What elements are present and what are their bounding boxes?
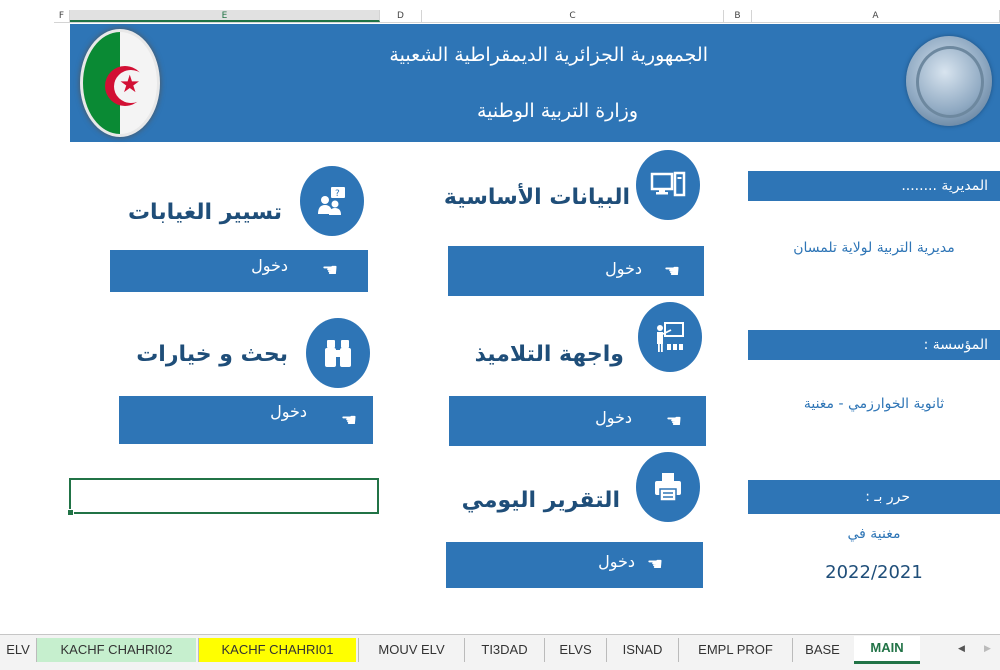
column-header-bar: F E D C B A [0, 0, 1000, 23]
sheet-tab-isnad[interactable]: ISNAD [606, 638, 678, 662]
institution-value: ثانوية الخوارزمي - مغنية [803, 396, 945, 412]
sheet-tab-elvs[interactable]: ELVS [544, 638, 606, 662]
pointing-hand-icon: ☚ [663, 261, 680, 282]
pointing-hand-icon: ☚ [340, 410, 357, 431]
ministry-title: وزارة التربية الوطنية [477, 100, 638, 122]
printer-icon[interactable] [636, 452, 700, 522]
tile-title-daily-report: التقرير اليومي [461, 488, 620, 513]
sheet-tab-ti3dad[interactable]: TI3DAD [464, 638, 544, 662]
sheet-tab-main[interactable]: MAIN [854, 636, 920, 664]
enter-label: دخول [270, 402, 307, 421]
scroll-right-icon[interactable]: ▶ [984, 644, 991, 654]
help-users-icon[interactable]: ? [300, 166, 364, 236]
selected-cell[interactable] [67, 478, 379, 516]
directorate-label: المديرية ........ [748, 171, 1000, 201]
column-header-b[interactable]: B [724, 10, 752, 22]
students-enter-button[interactable]: دخول ☚ [449, 396, 706, 446]
algeria-flag-icon: ★ [80, 29, 160, 137]
sheet-tab-kachf-chahri02[interactable]: KACHF CHAHRI02 [36, 638, 196, 662]
search-enter-button[interactable]: دخول ☚ [119, 396, 373, 444]
sheet-tab-mouv-elv[interactable]: MOUV ELV [358, 638, 464, 662]
pointing-hand-icon: ☚ [321, 260, 338, 281]
teacher-board-icon[interactable] [638, 302, 702, 372]
column-header-e[interactable]: E [70, 10, 380, 22]
pointing-hand-icon: ☚ [646, 554, 663, 575]
binoculars-icon[interactable] [306, 318, 370, 388]
pointing-hand-icon: ☚ [665, 411, 682, 432]
sheet-corner[interactable] [0, 10, 54, 22]
sheet-tab-elv[interactable]: ELV [0, 638, 36, 662]
basic-data-enter-button[interactable]: دخول ☚ [448, 246, 704, 296]
republic-title: الجمهورية الجزائرية الديمقراطية الشعبية [389, 44, 708, 66]
school-year: 2022/2021 [825, 562, 923, 583]
tile-title-basic-data: البيانات الأساسية [443, 185, 630, 210]
column-header-a[interactable]: A [752, 10, 1000, 22]
row-gutter [0, 23, 54, 633]
header-banner: ★ الجمهورية الجزائرية الديمقراطية الشعبي… [70, 24, 1000, 142]
sheet-tab-bar: ELV KACHF CHAHRI02 KACHF CHAHRI01 MOUV E… [0, 634, 1000, 670]
national-seal-icon [906, 36, 992, 126]
daily-report-enter-button[interactable]: دخول ☚ [446, 542, 703, 588]
column-header-f[interactable]: F [54, 10, 70, 22]
tile-title-search: بحث و خيارات [136, 342, 288, 367]
sheet-tab-kachf-chahri01[interactable]: KACHF CHAHRI01 [198, 638, 356, 662]
enter-label: دخول [595, 408, 632, 427]
tile-title-students: واجهة التلاميذ [474, 342, 624, 367]
scroll-left-icon[interactable]: ◀ [958, 644, 965, 654]
enter-label: دخول [598, 552, 635, 571]
enter-label: دخول [251, 256, 288, 275]
computer-icon[interactable] [636, 150, 700, 220]
absences-enter-button[interactable]: دخول ☚ [110, 250, 368, 292]
tile-title-absences: تسيير الغيابات [127, 200, 282, 225]
editor-label: حرر بـ : [748, 480, 1000, 514]
enter-label: دخول [605, 259, 642, 278]
sheet-tab-empl-prof[interactable]: EMPL PROF [678, 638, 792, 662]
svg-text:?: ? [335, 189, 340, 199]
institution-label: المؤسسة : [748, 330, 1000, 360]
fill-handle[interactable] [67, 509, 74, 516]
place-label: مغنية في [847, 526, 901, 542]
directorate-value: مديرية التربية لولاية تلمسان [793, 240, 955, 256]
column-header-c[interactable]: C [422, 10, 724, 22]
sheet-tab-base[interactable]: BASE [792, 638, 852, 662]
column-header-d[interactable]: D [380, 10, 422, 22]
